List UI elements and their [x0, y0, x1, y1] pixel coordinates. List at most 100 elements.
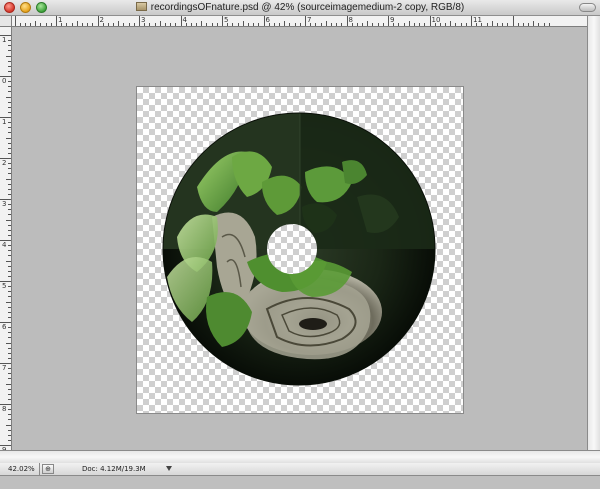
ruler-tick	[528, 23, 530, 26]
ruler-tick	[299, 23, 301, 26]
ruler-tick	[517, 23, 519, 26]
ruler-tick	[8, 127, 11, 129]
ruler-tick	[8, 286, 11, 288]
ruler-tick	[522, 23, 524, 26]
ruler-tick	[35, 21, 37, 26]
ruler-tick	[6, 219, 11, 221]
document-canvas[interactable]	[136, 86, 464, 414]
ruler-tick	[92, 23, 94, 26]
ruler-tick	[8, 183, 11, 185]
ruler-tick	[398, 23, 400, 26]
ruler-label: 6	[265, 16, 270, 24]
navigator-icon[interactable]: ⊕	[42, 464, 54, 474]
ruler-tick	[8, 111, 11, 113]
ruler-tick	[367, 21, 369, 26]
ruler-tick	[450, 21, 452, 26]
ruler-tick	[8, 393, 11, 395]
ruler-tick	[8, 378, 11, 380]
ruler-tick	[206, 23, 208, 26]
ruler-tick	[8, 429, 11, 431]
ruler-tick	[6, 342, 11, 344]
ruler-tick	[8, 86, 11, 88]
ruler-tick	[8, 209, 11, 211]
ruler-tick	[382, 23, 384, 26]
ruler-label: 7	[307, 16, 312, 24]
ruler-tick	[8, 337, 11, 339]
ruler-tick	[19, 23, 21, 26]
ruler-tick	[14, 16, 16, 26]
ruler-tick	[460, 23, 462, 26]
ruler-tick	[8, 147, 11, 149]
ruler-tick	[284, 21, 286, 26]
disc-artwork	[162, 112, 436, 386]
ruler-origin[interactable]	[0, 16, 12, 27]
ruler-tick	[8, 398, 11, 400]
ruler-tick	[170, 23, 172, 26]
ruler-tick	[8, 255, 11, 257]
ruler-tick	[8, 419, 11, 421]
ruler-tick	[320, 23, 322, 26]
horizontal-ruler[interactable]: 1 2 3 4 5 6 7 8 9 10 11	[12, 16, 587, 27]
ruler-tick	[6, 55, 11, 57]
ruler-tick	[8, 204, 11, 206]
ruler-tick	[408, 21, 410, 26]
toolbar-toggle-button[interactable]	[579, 3, 596, 12]
ruler-tick	[377, 23, 379, 26]
ruler-label: 0	[2, 77, 7, 85]
ruler-tick	[8, 368, 11, 370]
ruler-tick	[8, 306, 11, 308]
window-title: recordingsOFnature.psd @ 42% (sourceimag…	[150, 2, 465, 13]
ruler-tick	[201, 21, 203, 26]
horizontal-scrollbar[interactable]	[0, 450, 600, 463]
ruler-tick	[40, 23, 42, 26]
ruler-label: 8	[2, 405, 7, 413]
ruler-tick	[8, 234, 11, 236]
ruler-tick	[8, 373, 11, 375]
status-menu-arrow-icon[interactable]	[166, 466, 172, 471]
ruler-tick	[87, 23, 89, 26]
ruler-label: 10	[431, 16, 441, 24]
ruler-tick	[211, 23, 213, 26]
ruler-tick	[512, 16, 514, 26]
vertical-scrollbar[interactable]	[587, 16, 600, 450]
vertical-ruler[interactable]: 10123456789	[0, 27, 12, 454]
ruler-label: 3	[2, 200, 7, 208]
ruler-label: 1	[58, 16, 63, 24]
ruler-tick	[543, 23, 545, 26]
ruler-label: 11	[473, 16, 482, 24]
ruler-tick	[8, 409, 11, 411]
zoom-level-field[interactable]: 42.02%	[0, 463, 40, 475]
ruler-tick	[253, 23, 255, 26]
ruler-tick	[8, 70, 11, 72]
ruler-tick	[222, 16, 223, 26]
ruler-tick	[388, 16, 389, 26]
ruler-tick	[8, 50, 11, 52]
ruler-tick	[8, 296, 11, 298]
ruler-tick	[8, 142, 11, 144]
ruler-tick	[8, 91, 11, 93]
ruler-label: 6	[2, 323, 7, 331]
ruler-tick	[247, 23, 249, 26]
ruler-tick	[279, 23, 281, 26]
ruler-tick	[30, 23, 32, 26]
ruler-tick	[8, 214, 11, 216]
ruler-tick	[263, 16, 265, 26]
ruler-tick	[465, 23, 467, 26]
ruler-tick	[8, 250, 11, 252]
ruler-tick	[8, 388, 11, 390]
ruler-label: 4	[182, 16, 187, 24]
ruler-tick	[8, 65, 11, 67]
ruler-tick	[471, 16, 472, 26]
ruler-tick	[8, 229, 11, 231]
ruler-tick	[8, 439, 11, 441]
ruler-tick	[6, 301, 11, 303]
ruler-tick	[445, 23, 447, 26]
ruler-tick	[305, 16, 306, 26]
ruler-tick	[8, 60, 11, 62]
ruler-tick	[8, 347, 11, 349]
title-bar[interactable]: recordingsOFnature.psd @ 42% (sourceimag…	[0, 0, 600, 16]
ruler-tick	[8, 45, 11, 47]
ruler-tick	[8, 327, 11, 329]
ruler-tick	[413, 23, 415, 26]
ruler-tick	[71, 23, 73, 26]
